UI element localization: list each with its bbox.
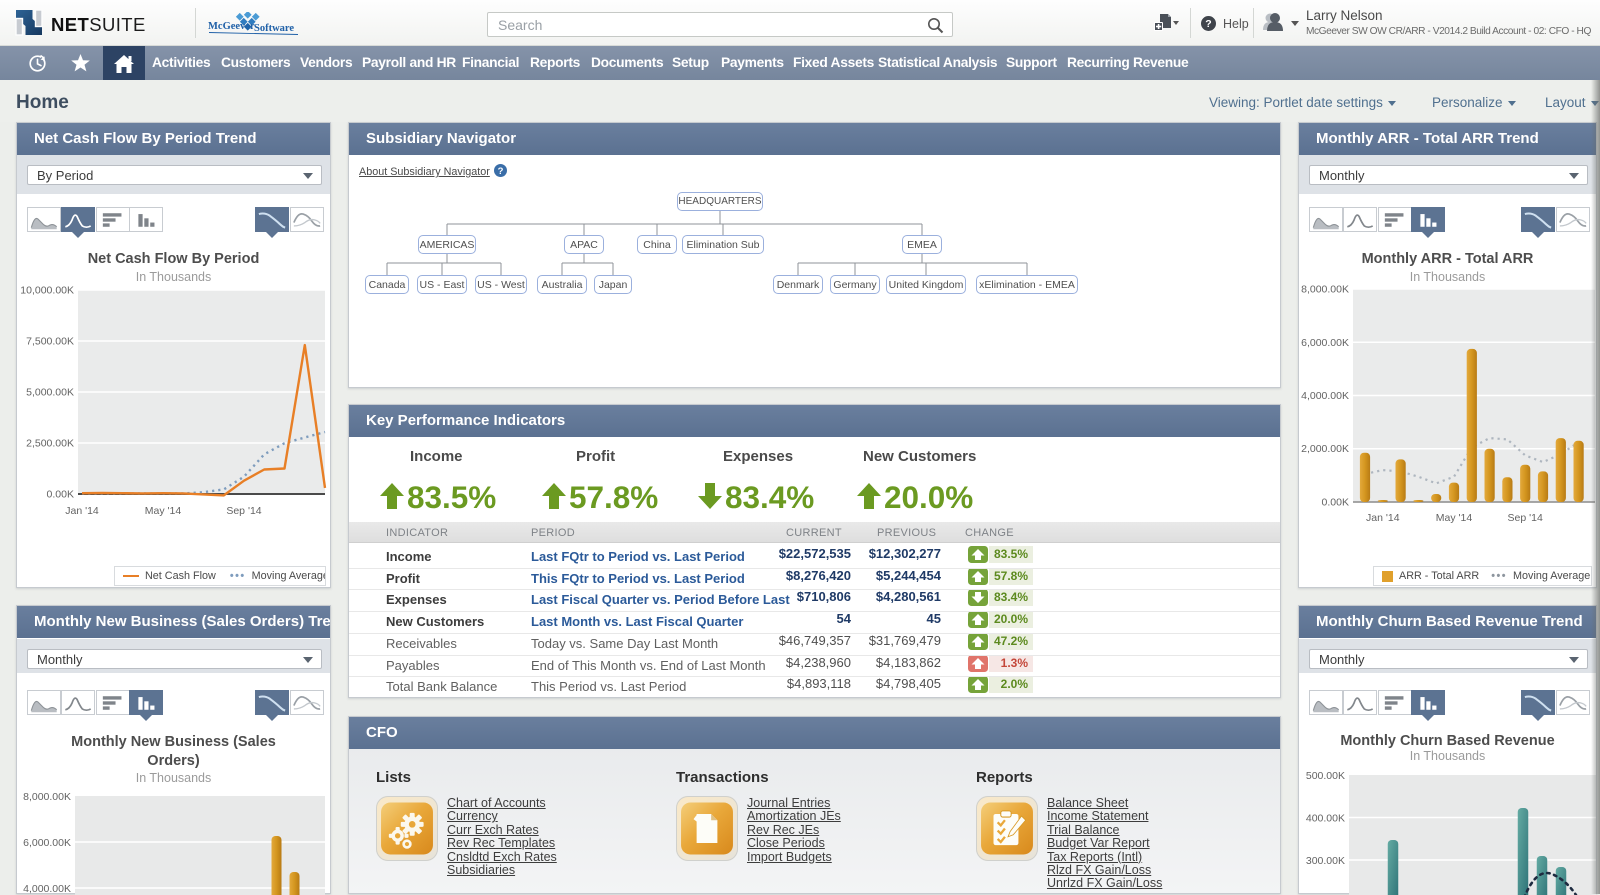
svg-text:2,500.00K: 2,500.00K <box>26 438 74 450</box>
svg-text:4,000.00K: 4,000.00K <box>23 883 71 895</box>
svg-text:2,000.00K: 2,000.00K <box>1301 443 1349 455</box>
svg-text:Sep '14: Sep '14 <box>1508 512 1543 524</box>
svg-text:4,000.00K: 4,000.00K <box>1301 390 1349 402</box>
svg-text:0.00K: 0.00K <box>1322 497 1349 509</box>
svg-text:8,000.00K: 8,000.00K <box>1301 284 1349 296</box>
svg-text:?: ? <box>1205 18 1211 30</box>
svg-text:5,000.00K: 5,000.00K <box>26 387 74 399</box>
svg-text:Jan '14: Jan '14 <box>1366 512 1400 524</box>
svg-text:8,000.00K: 8,000.00K <box>23 791 71 803</box>
svg-text:10,000.00K: 10,000.00K <box>20 285 74 297</box>
svg-text:Jan '14: Jan '14 <box>65 505 99 517</box>
svg-text:500.00K: 500.00K <box>1306 770 1345 782</box>
svg-text:Software: Software <box>254 23 294 34</box>
svg-text:6,000.00K: 6,000.00K <box>1301 337 1349 349</box>
svg-text:May '14: May '14 <box>145 505 182 517</box>
svg-text:Sep '14: Sep '14 <box>226 505 261 517</box>
svg-text:McGeever: McGeever <box>208 21 255 32</box>
svg-text:6,000.00K: 6,000.00K <box>23 837 71 849</box>
svg-text:7,500.00K: 7,500.00K <box>26 336 74 348</box>
svg-text:May '14: May '14 <box>1436 512 1473 524</box>
svg-text:300.00K: 300.00K <box>1306 855 1345 867</box>
svg-text:400.00K: 400.00K <box>1306 813 1345 825</box>
svg-text:0.00K: 0.00K <box>47 489 74 501</box>
